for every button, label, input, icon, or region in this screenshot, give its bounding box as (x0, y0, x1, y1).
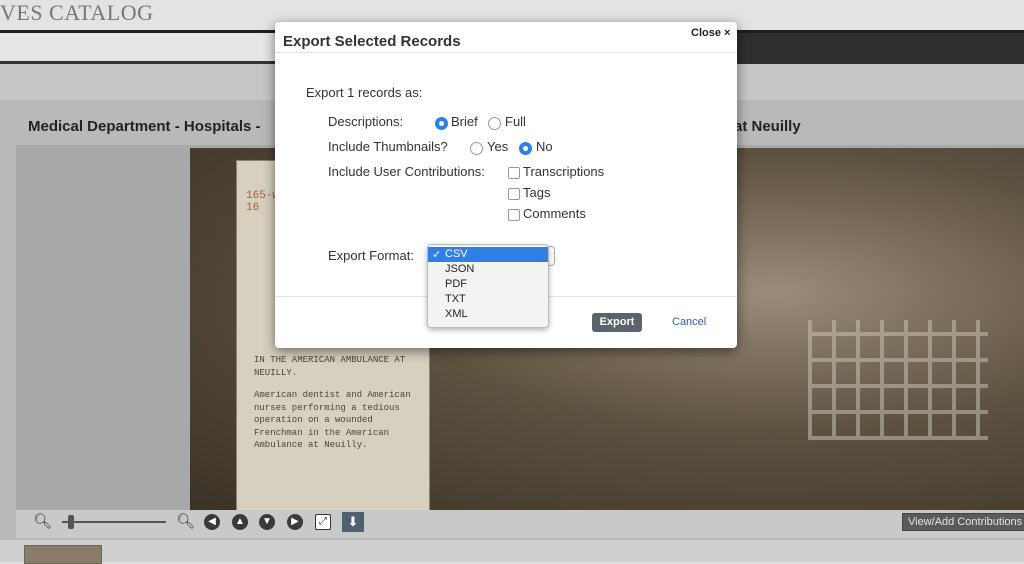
export-format-dropdown: ✓ CSV JSON PDF TXT XML (427, 244, 549, 328)
format-option-label: TXT (445, 293, 466, 305)
zoom-out-icon[interactable]: 🔍︎ (33, 512, 52, 530)
thumbnails-no-label[interactable]: No (536, 139, 553, 154)
comments-label[interactable]: Comments (523, 206, 586, 221)
descriptions-label: Descriptions: (328, 114, 404, 129)
view-contributions-button[interactable]: View/Add Contributions (902, 513, 1024, 531)
record-title-end: at Neuilly (734, 118, 801, 135)
format-option-label: JSON (445, 263, 475, 275)
pan-right-icon[interactable]: ▶ (287, 514, 303, 530)
comments-checkbox[interactable] (508, 209, 520, 221)
descriptions-brief-label[interactable]: Brief (451, 114, 478, 129)
transcriptions-checkbox[interactable] (508, 167, 520, 179)
format-option-label: XML (445, 308, 468, 320)
export-format-label: Export Format: (328, 248, 414, 263)
export-dialog: Export Selected Records Close × Export 1… (275, 22, 737, 348)
fullscreen-icon[interactable]: ⤢ (315, 514, 331, 530)
tags-checkbox[interactable] (508, 188, 520, 200)
dialog-header: Export Selected Records Close × (275, 22, 737, 53)
contributions-label: Include User Contributions: (328, 164, 485, 179)
photo-window-detail (808, 320, 988, 440)
format-option-label: PDF (445, 278, 467, 290)
descriptions-full-label[interactable]: Full (505, 114, 526, 129)
thumbnail-strip (0, 540, 1024, 562)
cancel-button[interactable]: Cancel (672, 316, 706, 328)
document-caption: IN THE AMERICAN AMBULANCE AT NEUILLY. Am… (254, 354, 424, 462)
zoom-in-icon[interactable]: 🔍︎ (176, 512, 195, 530)
format-option-pdf[interactable]: PDF (428, 277, 548, 292)
tags-label[interactable]: Tags (523, 185, 550, 200)
close-button[interactable]: Close × (691, 27, 730, 39)
thumbnails-no-radio[interactable] (519, 142, 532, 155)
thumbnails-yes-label[interactable]: Yes (487, 139, 508, 154)
pan-left-icon[interactable]: ◀ (204, 514, 220, 530)
record-title: Medical Department - Hospitals - (28, 118, 261, 135)
download-icon[interactable]: ⬇ (342, 512, 364, 532)
thumbnails-yes-radio[interactable] (470, 142, 483, 155)
export-intro: Export 1 records as: (306, 85, 423, 100)
export-button[interactable]: Export (592, 313, 642, 332)
dialog-title: Export Selected Records (283, 33, 461, 50)
navbar-search-area (0, 33, 280, 64)
format-option-json[interactable]: JSON (428, 262, 548, 277)
format-option-csv[interactable]: ✓ CSV (428, 247, 548, 262)
format-option-label: CSV (445, 248, 468, 260)
descriptions-full-radio[interactable] (488, 117, 501, 130)
transcriptions-label[interactable]: Transcriptions (523, 164, 604, 179)
thumbnails-label: Include Thumbnails? (328, 139, 448, 154)
document-caption-heading: IN THE AMERICAN AMBULANCE AT NEUILLY. (254, 355, 406, 378)
descriptions-brief-radio[interactable] (435, 117, 448, 130)
pan-up-icon[interactable]: ▲ (232, 514, 248, 530)
format-option-txt[interactable]: TXT (428, 292, 548, 307)
document-caption-body: American dentist and American nurses per… (254, 390, 411, 450)
catalog-title: VES CATALOG (0, 0, 154, 25)
viewer-toolbar (16, 510, 1024, 538)
zoom-slider-handle[interactable] (68, 515, 74, 529)
format-option-xml[interactable]: XML (428, 307, 548, 322)
zoom-slider-track[interactable] (62, 521, 166, 523)
thumbnail-item[interactable] (24, 545, 102, 564)
pan-down-icon[interactable]: ▼ (259, 514, 275, 530)
checkmark-icon: ✓ (432, 249, 442, 261)
